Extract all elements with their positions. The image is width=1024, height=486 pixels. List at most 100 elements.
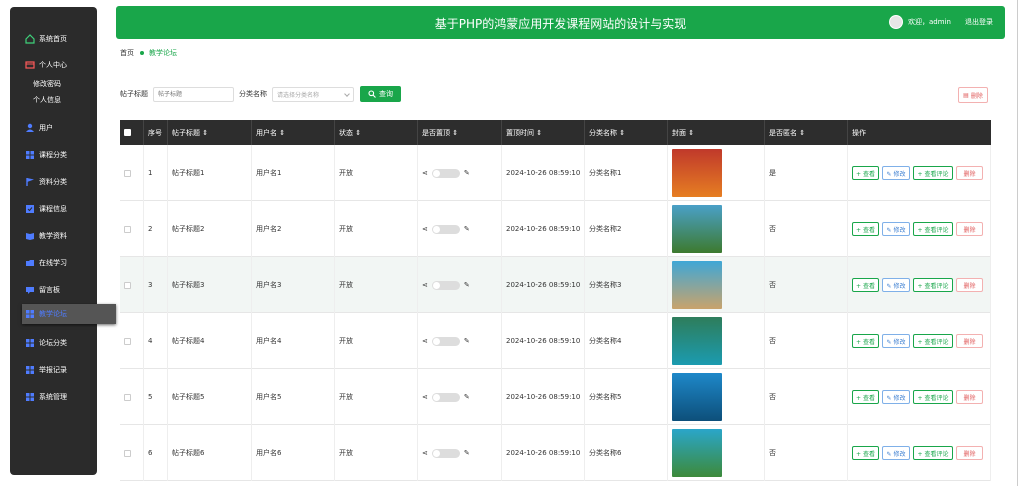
delete-button[interactable]: 删除 bbox=[956, 334, 983, 348]
table-row[interactable]: 3 帖子标题3 用户名3 开放 ⋖ ✎ 2024-10-26 08:59:10 分类名称3 否 +… bbox=[120, 257, 991, 313]
col-anonymous[interactable]: 是否匿名 ⇕ bbox=[765, 120, 848, 145]
view-comments-button[interactable]: + 查看评论 bbox=[913, 166, 953, 180]
avatar[interactable] bbox=[889, 15, 903, 29]
view-button[interactable]: + 查看 bbox=[852, 278, 879, 292]
col-user[interactable]: 用户名 ⇕ bbox=[252, 120, 335, 145]
table-row[interactable]: 2 帖子标题2 用户名2 开放 ⋖ ✎ 2024-10-26 08:59:10 分类名称2 否 +… bbox=[120, 201, 991, 257]
row-checkbox[interactable] bbox=[124, 281, 131, 289]
view-button[interactable]: + 查看 bbox=[852, 446, 879, 460]
view-comments-button[interactable]: + 查看评论 bbox=[913, 390, 953, 404]
delete-button[interactable]: 删除 bbox=[956, 390, 983, 404]
search-icon bbox=[368, 90, 376, 98]
table-row[interactable]: 6 帖子标题6 用户名6 开放 ⋖ ✎ 2024-10-26 08:59:10 分类名称6 否 +… bbox=[120, 425, 991, 481]
edit-button[interactable]: ✎ 修改 bbox=[882, 222, 910, 236]
delete-button[interactable]: 删除 bbox=[956, 222, 983, 236]
sidebar-sub-change-password[interactable]: 修改密码 bbox=[33, 79, 61, 89]
view-button[interactable]: + 查看 bbox=[852, 166, 879, 180]
share-icon[interactable]: ⋖ bbox=[422, 225, 428, 233]
edit-button[interactable]: ✎ 修改 bbox=[882, 390, 910, 404]
query-button[interactable]: 查询 bbox=[360, 86, 401, 102]
edit-icon[interactable]: ✎ bbox=[464, 281, 470, 289]
edit-icon[interactable]: ✎ bbox=[464, 393, 470, 401]
share-icon[interactable]: ⋖ bbox=[422, 393, 428, 401]
row-checkbox[interactable] bbox=[124, 169, 131, 177]
cover-image[interactable] bbox=[672, 429, 722, 477]
edit-button[interactable]: ✎ 修改 bbox=[882, 334, 910, 348]
sidebar-item-label: 课程信息 bbox=[39, 205, 67, 213]
share-icon[interactable]: ⋖ bbox=[422, 281, 428, 289]
row-checkbox[interactable] bbox=[124, 449, 131, 457]
cover-image[interactable] bbox=[672, 373, 722, 421]
pin-toggle[interactable] bbox=[431, 224, 460, 234]
edit-button[interactable]: ✎ 修改 bbox=[882, 278, 910, 292]
category-select[interactable]: 请选择分类名称 bbox=[272, 86, 354, 102]
batch-delete-button[interactable]: ▤ 删除 bbox=[958, 87, 988, 103]
edit-icon[interactable]: ✎ bbox=[464, 337, 470, 345]
sidebar-item-teaching-material[interactable]: 教学资料 bbox=[10, 226, 97, 246]
col-no: 序号 bbox=[144, 120, 168, 145]
query-button-label: 查询 bbox=[379, 90, 393, 98]
edit-icon[interactable]: ✎ bbox=[464, 169, 470, 177]
select-all-checkbox[interactable] bbox=[124, 129, 131, 136]
edit-icon[interactable]: ✎ bbox=[464, 225, 470, 233]
title-search-input[interactable] bbox=[153, 86, 234, 102]
pin-toggle[interactable] bbox=[431, 392, 460, 402]
share-icon[interactable]: ⋖ bbox=[422, 337, 428, 345]
edit-button[interactable]: ✎ 修改 bbox=[882, 166, 910, 180]
sidebar-item-system-management[interactable]: 系统管理 bbox=[10, 387, 97, 407]
logout-link[interactable]: 退出登录 bbox=[965, 17, 993, 27]
row-checkbox[interactable] bbox=[124, 393, 131, 401]
sidebar-item-forum-category[interactable]: 论坛分类 bbox=[10, 333, 97, 353]
edit-icon[interactable]: ✎ bbox=[464, 449, 470, 457]
sidebar-item-personal-center[interactable]: 个人中心 bbox=[10, 55, 97, 75]
view-comments-button[interactable]: + 查看评论 bbox=[913, 222, 953, 236]
sidebar-item-material-category[interactable]: 资料分类 bbox=[10, 172, 97, 192]
view-comments-button[interactable]: + 查看评论 bbox=[913, 334, 953, 348]
pin-toggle[interactable] bbox=[431, 168, 460, 178]
delete-button[interactable]: 删除 bbox=[956, 166, 983, 180]
sidebar-item-online-learning[interactable]: 在线学习 bbox=[10, 253, 97, 273]
pin-toggle[interactable] bbox=[431, 448, 460, 458]
sidebar-item-course-info[interactable]: 课程信息 bbox=[10, 199, 97, 219]
sidebar-item-course-category[interactable]: 课程分类 bbox=[10, 145, 97, 165]
table-row[interactable]: 1 帖子标题1 用户名1 开放 ⋖ ✎ 2024-10-26 08:59:10 分类名称1 是 +… bbox=[120, 145, 991, 201]
table-row[interactable]: 5 帖子标题5 用户名5 开放 ⋖ ✎ 2024-10-26 08:59:10 分类名称5 否 +… bbox=[120, 369, 991, 425]
folder-icon bbox=[25, 258, 35, 268]
col-title[interactable]: 帖子标题 ⇕ bbox=[168, 120, 252, 145]
share-icon[interactable]: ⋖ bbox=[422, 169, 428, 177]
col-status[interactable]: 状态 ⇕ bbox=[335, 120, 418, 145]
sidebar-sub-profile[interactable]: 个人信息 bbox=[33, 95, 61, 105]
col-category[interactable]: 分类名称 ⇕ bbox=[585, 120, 668, 145]
share-icon[interactable]: ⋖ bbox=[422, 449, 428, 457]
pin-toggle[interactable] bbox=[431, 336, 460, 346]
sidebar-item-user[interactable]: 用户 bbox=[10, 118, 97, 138]
cell-status: 开放 bbox=[335, 257, 418, 313]
cell-no: 5 bbox=[144, 369, 168, 425]
cover-image[interactable] bbox=[672, 205, 722, 253]
view-button[interactable]: + 查看 bbox=[852, 222, 879, 236]
delete-button[interactable]: 删除 bbox=[956, 278, 983, 292]
col-pinned[interactable]: 是否置顶 ⇕ bbox=[418, 120, 502, 145]
pin-toggle[interactable] bbox=[431, 280, 460, 290]
col-pin-time[interactable]: 置顶时间 ⇕ bbox=[502, 120, 585, 145]
table-header: 序号 帖子标题 ⇕ 用户名 ⇕ 状态 ⇕ 是否置顶 ⇕ 置顶时间 ⇕ 分类名称 … bbox=[120, 120, 991, 145]
sidebar-item-report-record[interactable]: 举报记录 bbox=[10, 360, 97, 380]
delete-button[interactable]: 删除 bbox=[956, 446, 983, 460]
cover-image[interactable] bbox=[672, 261, 722, 309]
sidebar-item-home[interactable]: 系统首页 bbox=[10, 29, 97, 49]
table-row[interactable]: 4 帖子标题4 用户名4 开放 ⋖ ✎ 2024-10-26 08:59:10 分类名称4 否 +… bbox=[120, 313, 991, 369]
view-comments-button[interactable]: + 查看评论 bbox=[913, 446, 953, 460]
view-button[interactable]: + 查看 bbox=[852, 334, 879, 348]
scrollbar-track[interactable] bbox=[1017, 0, 1018, 486]
sidebar-item-message-board[interactable]: 留言板 bbox=[10, 280, 97, 300]
cover-image[interactable] bbox=[672, 149, 722, 197]
cover-image[interactable] bbox=[672, 317, 722, 365]
breadcrumb-home[interactable]: 首页 bbox=[120, 48, 134, 58]
view-comments-button[interactable]: + 查看评论 bbox=[913, 278, 953, 292]
edit-button[interactable]: ✎ 修改 bbox=[882, 446, 910, 460]
view-button[interactable]: + 查看 bbox=[852, 390, 879, 404]
sidebar-item-teaching-forum[interactable]: 教学论坛 bbox=[22, 304, 116, 324]
row-checkbox[interactable] bbox=[124, 225, 131, 233]
row-checkbox[interactable] bbox=[124, 337, 131, 345]
col-cover[interactable]: 封面 ⇕ bbox=[668, 120, 765, 145]
